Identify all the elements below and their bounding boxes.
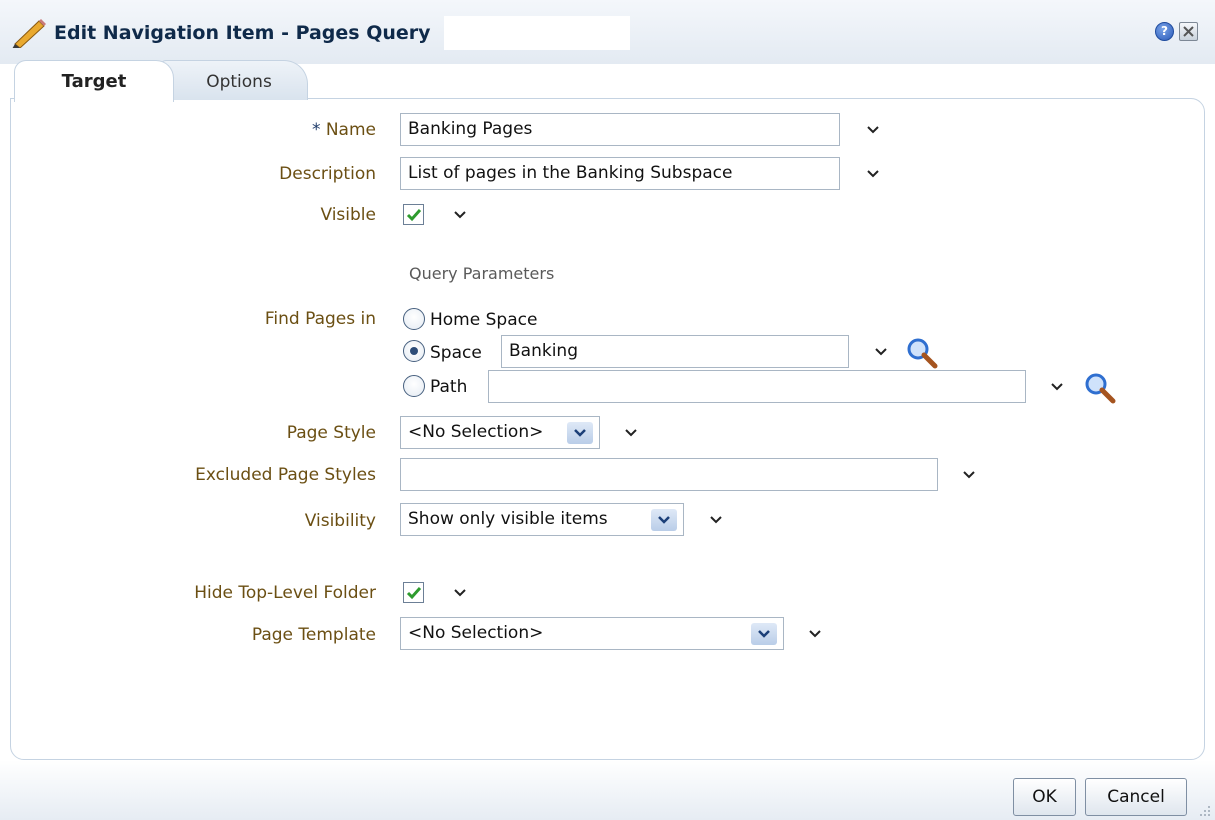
radio-space[interactable] xyxy=(403,340,425,362)
name-label-text: Name xyxy=(325,120,376,140)
chevron-down-icon[interactable] xyxy=(808,629,822,639)
name-label: * Name xyxy=(0,120,376,140)
radio-path-label: Path xyxy=(430,377,468,397)
chevron-down-icon[interactable] xyxy=(751,623,777,645)
visibility-select[interactable]: Show only visible items xyxy=(400,503,684,536)
chevron-down-icon[interactable] xyxy=(453,210,467,220)
page-style-select[interactable]: <No Selection> xyxy=(400,416,600,449)
chevron-down-icon[interactable] xyxy=(567,422,593,444)
radio-space-label: Space xyxy=(430,343,482,363)
chevron-down-icon[interactable] xyxy=(709,515,723,525)
visible-checkbox[interactable] xyxy=(403,204,424,225)
radio-path[interactable] xyxy=(403,375,425,397)
radio-home-space[interactable] xyxy=(403,308,425,330)
page-style-value: <No Selection> xyxy=(408,422,544,442)
chevron-down-icon[interactable] xyxy=(1050,382,1064,392)
required-marker: * xyxy=(311,120,321,140)
visibility-label: Visibility xyxy=(304,511,376,531)
close-icon[interactable] xyxy=(1179,22,1198,41)
space-input[interactable]: Banking xyxy=(501,335,849,368)
page-style-label: Page Style xyxy=(286,423,376,443)
visible-label: Visible xyxy=(320,205,376,225)
resize-grip-icon[interactable] xyxy=(1198,804,1212,818)
search-icon[interactable] xyxy=(905,336,939,370)
dialog-title: Edit Navigation Item - Pages Query xyxy=(54,22,431,44)
search-icon[interactable] xyxy=(1083,371,1117,405)
find-pages-label: Find Pages in xyxy=(264,309,376,329)
chevron-down-icon[interactable] xyxy=(866,169,880,179)
excluded-page-styles-input[interactable] xyxy=(400,458,938,491)
checkmark-icon xyxy=(406,209,422,222)
tab-target[interactable]: Target xyxy=(14,60,174,102)
title-bar-blank xyxy=(444,16,630,50)
visibility-value: Show only visible items xyxy=(408,509,608,529)
hide-top-level-folder-checkbox[interactable] xyxy=(403,582,424,603)
checkmark-icon xyxy=(406,587,422,600)
description-input[interactable]: List of pages in the Banking Subspace xyxy=(400,157,840,190)
tab-options[interactable]: Options xyxy=(160,60,308,100)
name-input[interactable]: Banking Pages xyxy=(400,113,840,146)
radio-home-space-label: Home Space xyxy=(430,310,538,330)
page-template-select[interactable]: <No Selection> xyxy=(400,617,784,650)
chevron-down-icon[interactable] xyxy=(651,509,677,531)
pencil-icon xyxy=(12,19,46,48)
query-parameters-heading: Query Parameters xyxy=(409,264,555,283)
chevron-down-icon[interactable] xyxy=(624,428,638,438)
chevron-down-icon[interactable] xyxy=(866,125,880,135)
chevron-down-icon[interactable] xyxy=(874,347,888,357)
ok-button[interactable]: OK xyxy=(1013,778,1076,816)
description-label: Description xyxy=(279,164,376,184)
cancel-button[interactable]: Cancel xyxy=(1085,778,1187,816)
help-icon[interactable]: ? xyxy=(1155,22,1174,41)
radio-selected-dot xyxy=(410,347,418,355)
hide-top-level-folder-label: Hide Top-Level Folder xyxy=(194,583,376,603)
page-template-value: <No Selection> xyxy=(408,623,544,643)
chevron-down-icon[interactable] xyxy=(962,470,976,480)
chevron-down-icon[interactable] xyxy=(453,588,467,598)
page-template-label: Page Template xyxy=(251,625,376,645)
excluded-page-styles-label: Excluded Page Styles xyxy=(195,465,376,485)
path-input[interactable] xyxy=(488,370,1026,403)
